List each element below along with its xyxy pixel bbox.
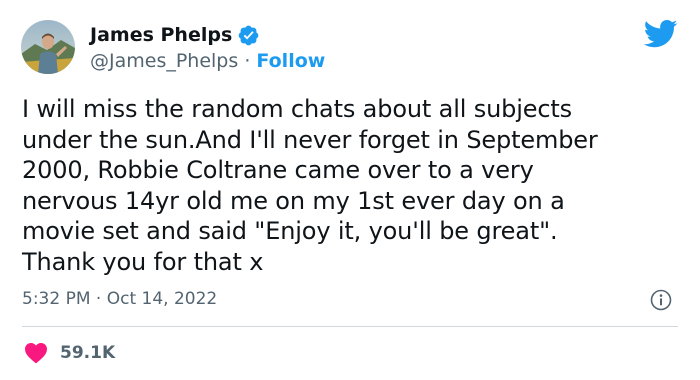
timestamp-separator: · [95,289,102,309]
tweet-time: 5:32 PM [22,289,91,309]
author-handle[interactable]: @James_Phelps [90,50,238,72]
verified-badge-icon [237,24,260,47]
tweet-text-line: 2000, Robbie Coltrane came over to a ver… [22,156,534,184]
heart-icon [24,342,48,364]
tweet-text-line: nervous 14yr old me on my 1st ever day o… [22,186,565,215]
divider [22,326,678,327]
tweet-text: I will miss the random chats about all s… [22,94,662,277]
author-name[interactable]: James Phelps [90,23,232,47]
author-handle-row: @James_Phelps · Follow [90,49,325,73]
avatar-photo-icon [21,20,75,74]
tweet-text-line: under the sun.And I'll never forget in S… [22,125,598,154]
tweet-text-line: I will miss the random chats about all s… [22,95,573,123]
info-icon[interactable] [649,288,673,312]
tweet-date: Oct 14, 2022 [106,289,218,309]
tweet-timestamp[interactable]: 5:32 PM · Oct 14, 2022 [22,287,217,311]
like-button[interactable]: 59.1K [24,341,115,365]
tweet-text-line: Thank you for that x [22,247,264,276]
follow-button[interactable]: Follow [256,50,325,72]
tweet-card: James Phelps @James_Phelps · Follow I wi… [0,0,700,380]
like-count: 59.1K [60,343,116,363]
handle-separator: · [244,50,251,72]
tweet-text-line: movie set and said "Enjoy it, you'll be … [22,217,558,245]
author-name-row: James Phelps [90,22,260,48]
twitter-bird-icon[interactable] [643,20,678,48]
author-avatar[interactable] [21,20,75,74]
